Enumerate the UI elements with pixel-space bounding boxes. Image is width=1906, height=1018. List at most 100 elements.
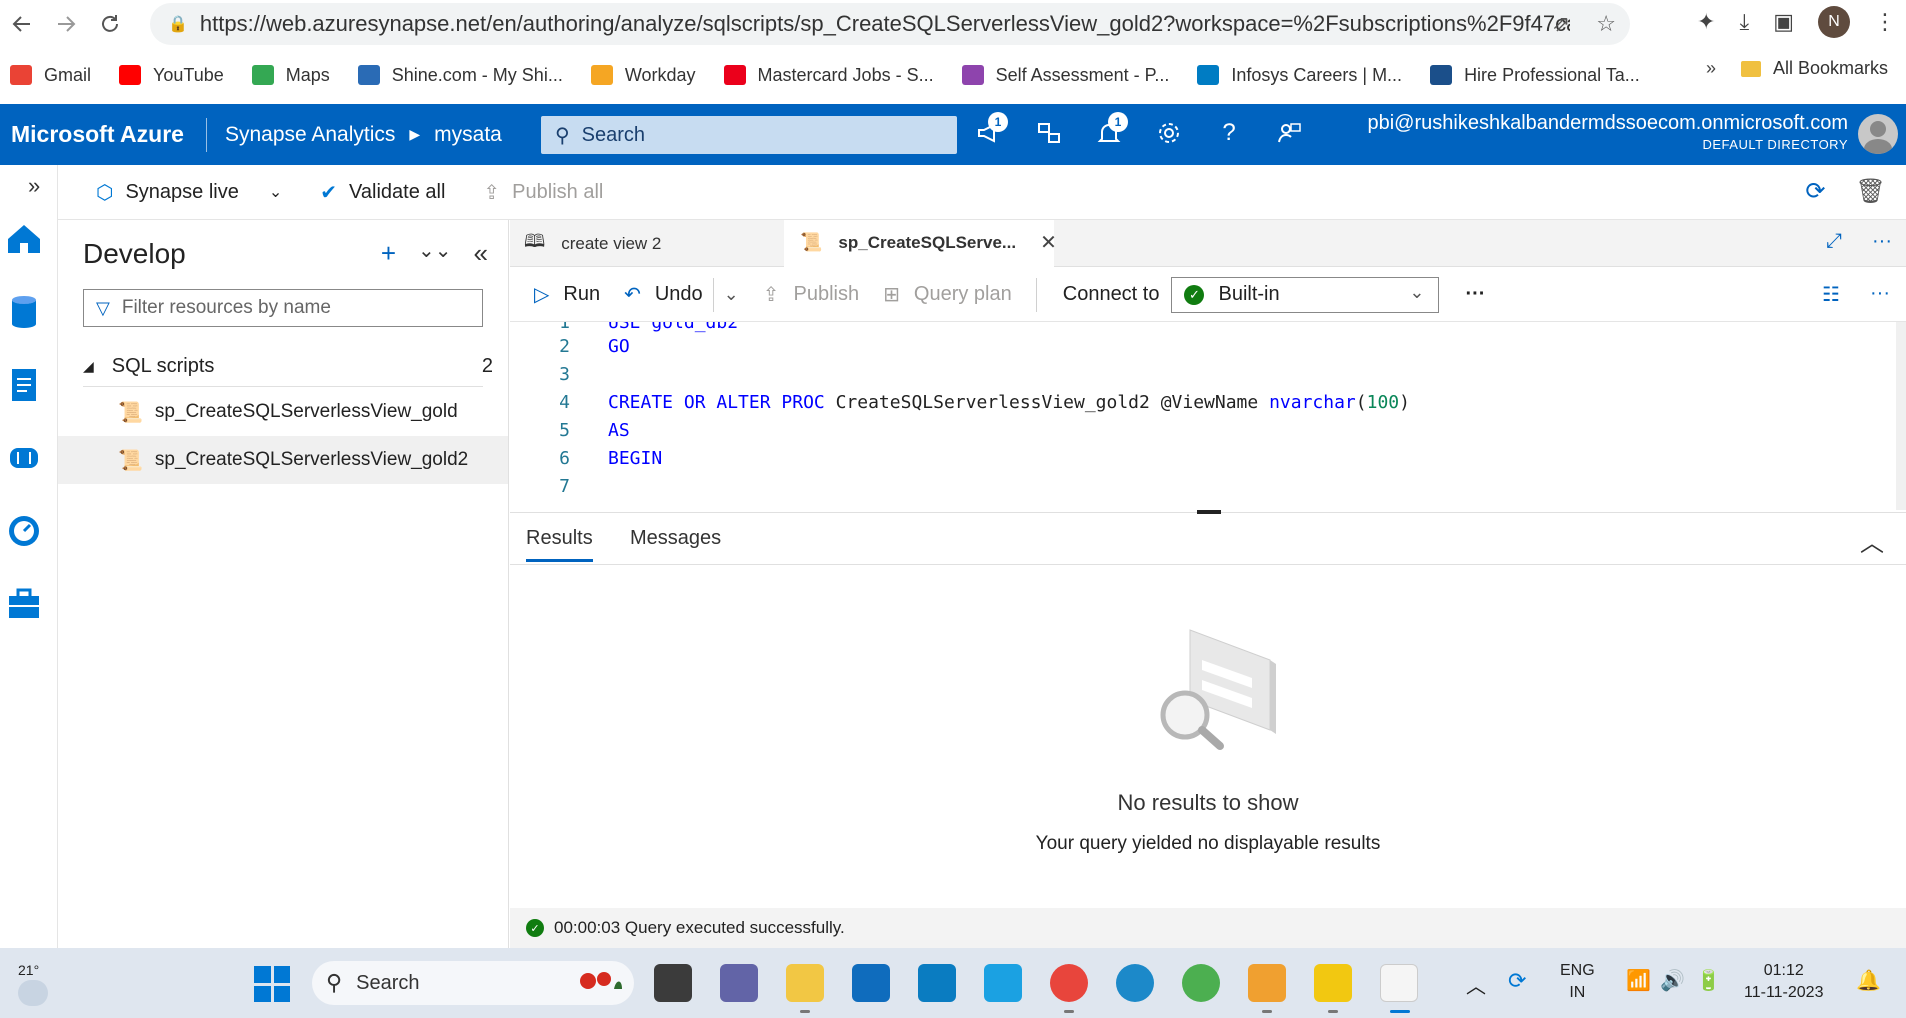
bookmark-item[interactable]: Shine.com - My Shi... xyxy=(357,65,563,86)
cortana-icon[interactable] xyxy=(984,964,1022,1002)
battery-icon[interactable]: 🔋 xyxy=(1696,968,1721,993)
close-tab-icon[interactable]: ✕ xyxy=(1040,230,1057,255)
publish-all-button[interactable]: ⇪ Publish all xyxy=(483,180,603,205)
show-hidden-icons-icon[interactable]: ︿ xyxy=(1466,970,1486,999)
green-app-icon[interactable] xyxy=(1182,964,1220,1002)
integrate-icon[interactable] xyxy=(4,438,44,478)
publish-button[interactable]: ⇪ Publish xyxy=(763,282,859,307)
feedback-person-icon[interactable] xyxy=(1270,114,1308,152)
query-plan-button[interactable]: ⊞ Query plan xyxy=(883,282,1012,307)
develop-icon[interactable] xyxy=(4,365,44,405)
tab-results[interactable]: Results xyxy=(526,527,593,562)
forward-button[interactable] xyxy=(44,2,88,46)
collapse-panel-icon[interactable]: « xyxy=(474,238,488,269)
script-item-selected[interactable]: 📜 sp_CreateSQLServerlessView_gold2 xyxy=(58,436,508,484)
home-icon[interactable] xyxy=(4,219,44,259)
collapse-all-icon[interactable]: ⌄⌄ xyxy=(418,238,452,269)
search-icon: ⚲ xyxy=(555,124,570,147)
bookmark-item[interactable]: Infosys Careers | M... xyxy=(1197,65,1402,86)
all-bookmarks-button[interactable]: All Bookmarks xyxy=(1740,58,1888,79)
clock[interactable]: 01:12 11-11-2023 xyxy=(1744,960,1823,1004)
settings-icon[interactable] xyxy=(1150,114,1188,152)
bookmark-favicon-icon xyxy=(590,65,613,85)
url-text[interactable]: https://web.azuresynapse.net/en/authorin… xyxy=(200,11,1570,37)
bookmark-item[interactable]: YouTube xyxy=(119,65,224,86)
start-button[interactable] xyxy=(254,966,290,1002)
feedback-announcements-icon[interactable]: 1 xyxy=(970,112,1008,152)
power-bi-icon[interactable] xyxy=(1314,964,1352,1002)
download-icon[interactable]: ⤓ xyxy=(1739,9,1749,35)
star-icon[interactable]: ☆ xyxy=(1596,11,1616,37)
teams-icon[interactable] xyxy=(720,964,758,1002)
properties-icon[interactable]: ☷ xyxy=(1822,282,1840,307)
snip-icon[interactable] xyxy=(1248,964,1286,1002)
wifi-icon[interactable]: 📶 xyxy=(1626,968,1651,993)
bookmarks-overflow-button[interactable]: » xyxy=(1706,58,1716,79)
notification-bell-icon[interactable]: 🔔 xyxy=(1856,968,1881,993)
azure-search-input[interactable]: ⚲ Search xyxy=(541,116,957,154)
sql-scripts-label: SQL scripts xyxy=(111,354,215,377)
volume-icon[interactable]: 🔊 xyxy=(1660,968,1685,993)
bookmark-item[interactable]: Gmail xyxy=(10,65,91,86)
code-editor[interactable]: 1 USE gold_db2 2 GO 3 4 CREATE OR ALTER … xyxy=(510,322,1906,510)
file-explorer-icon[interactable] xyxy=(786,964,824,1002)
language-indicator[interactable]: ENG IN xyxy=(1560,960,1595,1004)
omnibox[interactable]: 🔒 https://web.azuresynapse.net/en/author… xyxy=(150,3,1630,45)
snipping-tool-icon[interactable] xyxy=(1380,964,1418,1002)
expand-nav-icon[interactable]: » xyxy=(28,173,40,199)
sidepanel-icon[interactable]: ▣ xyxy=(1773,9,1794,35)
account-info[interactable]: pbi@rushikeshkalbandermdssoecom.onmicros… xyxy=(1367,112,1848,152)
tab-create-view-2[interactable]: 🕮 create view 2 xyxy=(524,220,784,267)
play-icon: ▷ xyxy=(534,284,550,306)
sql-scripts-section[interactable]: ◢ SQL scripts 2 xyxy=(83,346,493,386)
microsoft-store-icon[interactable] xyxy=(852,964,890,1002)
collapse-results-icon[interactable]: ︿ xyxy=(1860,523,1884,558)
extensions-icon[interactable]: ✦ xyxy=(1697,9,1715,35)
bookmark-item[interactable]: Workday xyxy=(590,65,696,86)
more-icon[interactable]: ··· xyxy=(1870,282,1890,307)
tab-messages[interactable]: Messages xyxy=(630,527,721,550)
bookmark-item[interactable]: Mastercard Jobs - S... xyxy=(723,65,934,86)
filter-resources-input[interactable]: ▽ Filter resources by name xyxy=(83,289,483,327)
run-button[interactable]: ▷ Run xyxy=(534,282,600,307)
azure-brand[interactable]: Microsoft Azure xyxy=(11,121,184,148)
directory-switch-icon[interactable] xyxy=(1030,114,1068,152)
discard-icon[interactable]: 🗑 xyxy=(1856,177,1886,206)
back-button[interactable] xyxy=(0,2,44,46)
edge-icon[interactable] xyxy=(1116,964,1154,1002)
profile-avatar[interactable]: N xyxy=(1818,6,1850,38)
monitor-icon[interactable] xyxy=(4,511,44,551)
tab-sp-create-sql[interactable]: 📜 sp_CreateSQLServe... ✕ xyxy=(784,220,1057,267)
refresh-icon[interactable]: ⟳ xyxy=(1805,177,1825,206)
share-icon[interactable]: ⇗ xyxy=(1552,11,1570,37)
reload-button[interactable] xyxy=(88,2,132,46)
maximize-icon[interactable]: ⤢ xyxy=(1826,230,1842,253)
task-view-icon[interactable] xyxy=(654,964,692,1002)
breadcrumb-service[interactable]: Synapse Analytics xyxy=(225,123,395,147)
weather-widget[interactable]: 21° xyxy=(18,962,48,1006)
manage-icon[interactable] xyxy=(4,584,44,624)
add-new-icon[interactable]: + xyxy=(381,238,396,269)
undo-button[interactable]: ↶ Undo xyxy=(624,282,703,307)
sync-icon[interactable]: ⟳ xyxy=(1508,968,1526,994)
editor-scrollbar[interactable] xyxy=(1896,322,1906,510)
taskbar-search[interactable]: ⚲ Search xyxy=(312,961,634,1005)
undo-dropdown-chevron-icon[interactable]: ⌄ xyxy=(724,284,739,305)
more-options-icon[interactable]: ··· xyxy=(1465,283,1485,306)
breadcrumb-workspace[interactable]: mysata xyxy=(434,123,502,147)
data-icon[interactable] xyxy=(4,292,44,332)
bookmark-item[interactable]: Self Assessment - P... xyxy=(961,65,1169,86)
bookmark-item[interactable]: Hire Professional Ta... xyxy=(1430,65,1640,86)
script-item[interactable]: 📜 sp_CreateSQLServerlessView_gold xyxy=(58,388,508,436)
menu-kebab-icon[interactable]: ⋮ xyxy=(1874,9,1896,35)
l-app-icon[interactable] xyxy=(918,964,956,1002)
bookmark-item[interactable]: Maps xyxy=(251,65,330,86)
chrome-icon[interactable] xyxy=(1050,964,1088,1002)
help-icon[interactable]: ? xyxy=(1210,114,1248,152)
notifications-icon[interactable]: 1 xyxy=(1090,112,1128,152)
user-avatar[interactable] xyxy=(1858,114,1898,154)
connect-to-dropdown[interactable]: ✓ Built-in ⌄ xyxy=(1171,276,1440,313)
validate-all-button[interactable]: ✔ Validate all xyxy=(320,180,445,205)
more-icon[interactable]: ··· xyxy=(1872,230,1892,253)
synapse-live-dropdown[interactable]: ⬡ Synapse live ⌄ xyxy=(96,180,282,205)
